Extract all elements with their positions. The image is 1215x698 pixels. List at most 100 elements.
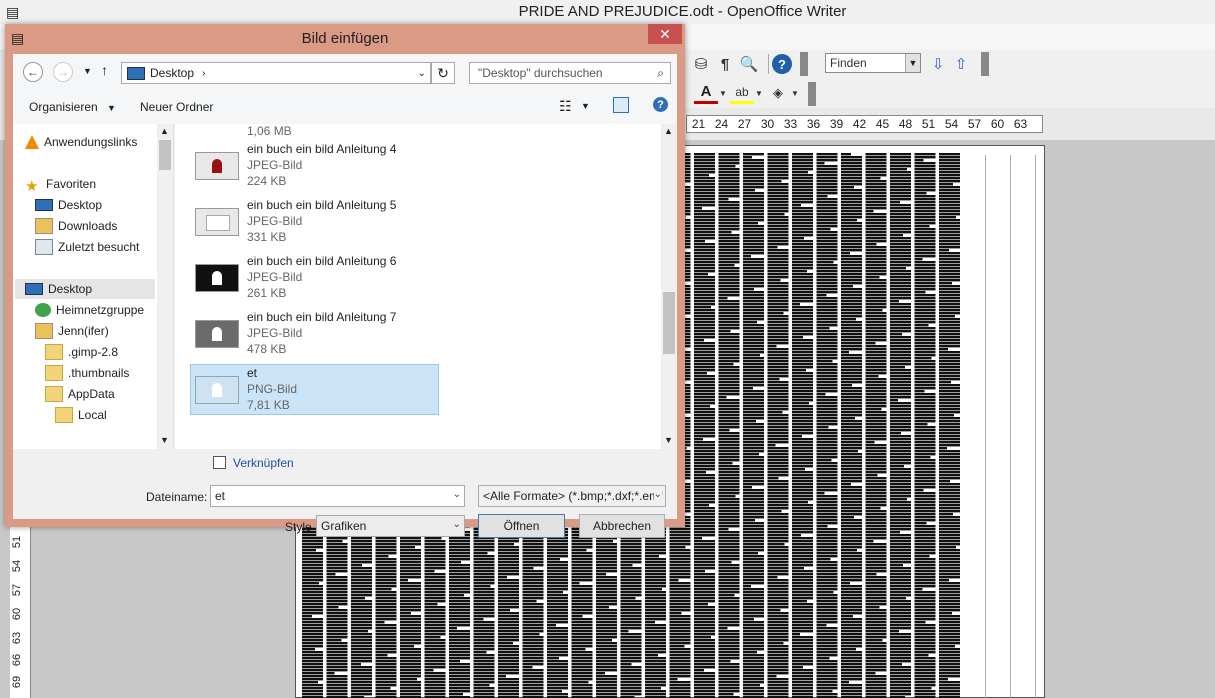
text-line — [767, 510, 782, 513]
text-line — [914, 459, 936, 462]
recent-locations-chevron-icon[interactable]: ▼ — [83, 66, 92, 76]
text-line — [694, 315, 715, 318]
text-line — [939, 480, 950, 483]
text-line — [694, 273, 708, 276]
text-line — [694, 525, 715, 528]
forward-icon[interactable]: → — [53, 62, 73, 82]
text-line — [302, 639, 323, 642]
toolbar-grip[interactable] — [808, 82, 816, 106]
search-input[interactable]: "Desktop" durchsuchen ⌕ — [469, 62, 671, 84]
chevron-down-icon[interactable]: ▼ — [718, 82, 728, 104]
text-line — [767, 591, 789, 594]
address-bar[interactable]: Desktop › ⌄ — [121, 62, 431, 84]
background-color-icon[interactable]: ◈ — [766, 82, 790, 104]
text-line — [645, 615, 666, 618]
text-line — [914, 603, 936, 606]
text-line — [571, 627, 593, 630]
text-line — [718, 579, 740, 582]
text-line — [890, 450, 911, 453]
text-line — [939, 237, 960, 240]
refresh-button[interactable]: ↻ — [431, 62, 455, 84]
vertical-ruler[interactable]: 51 54 57 60 63 66 69 — [10, 526, 31, 698]
new-folder-button[interactable]: Neuer Ordner — [140, 100, 213, 114]
text-line — [914, 282, 936, 285]
text-line — [743, 186, 764, 189]
text-line — [767, 543, 785, 546]
text-line — [694, 570, 705, 573]
highlight-icon[interactable]: ab — [730, 82, 754, 104]
text-line — [939, 186, 960, 189]
text-line — [865, 315, 887, 318]
text-line — [939, 204, 960, 207]
text-line — [865, 555, 887, 558]
text-line — [449, 585, 470, 588]
text-line — [718, 177, 740, 180]
organize-button[interactable]: Organisieren ▼ — [29, 100, 116, 114]
text-line — [792, 393, 813, 396]
view-options-icon[interactable]: ☷ — [559, 98, 572, 115]
text-line — [498, 564, 519, 567]
toolbar-grip[interactable] — [800, 52, 808, 76]
ruler-tick: 51 — [921, 117, 936, 131]
text-line — [694, 210, 715, 213]
text-line — [914, 552, 936, 555]
text-line — [743, 252, 764, 255]
text-line — [841, 621, 862, 624]
text-line — [596, 540, 613, 543]
text-line — [547, 618, 568, 621]
horizontal-ruler[interactable]: 21 24 27 30 33 36 39 42 45 48 51 54 57 6… — [686, 115, 1043, 133]
help-icon[interactable]: ? — [653, 97, 668, 112]
text-line — [914, 471, 936, 474]
text-line — [816, 312, 838, 315]
text-line — [816, 582, 838, 585]
chevron-down-icon[interactable]: ▼ — [790, 82, 800, 104]
text-line — [669, 552, 691, 555]
chevron-right-icon[interactable]: › — [202, 68, 205, 79]
text-line — [449, 636, 470, 639]
chevron-down-icon[interactable]: ⌄ — [418, 68, 426, 79]
text-line — [424, 546, 446, 549]
text-line — [767, 537, 789, 540]
text-line — [865, 471, 887, 474]
ruler-tick: 69 — [11, 675, 24, 689]
nav-item-anwendungslinks[interactable]: Anwendungslinks — [25, 132, 137, 152]
text-line — [473, 573, 495, 576]
text-line — [792, 651, 813, 654]
text-line — [914, 453, 936, 456]
text-line — [522, 561, 544, 564]
search-icon[interactable]: ⌕ — [657, 66, 670, 81]
find-next-icon[interactable]: ⇩ — [929, 54, 947, 74]
up-arrow-icon[interactable]: ↑ — [101, 62, 108, 78]
text-line — [792, 402, 809, 405]
font-color-icon[interactable]: A — [694, 82, 718, 104]
text-line — [890, 246, 911, 249]
text-line — [816, 534, 838, 537]
text-line — [571, 558, 593, 561]
text-line — [914, 162, 936, 165]
text-line — [694, 366, 715, 369]
text-line — [841, 363, 862, 366]
chevron-down-icon[interactable]: ▼ — [581, 101, 590, 111]
text-line — [816, 222, 838, 225]
zoom-icon[interactable]: 🔍 — [739, 54, 759, 74]
text-line — [890, 234, 903, 237]
text-line — [375, 612, 397, 615]
chevron-down-icon[interactable]: ▼ — [905, 54, 920, 72]
chevron-down-icon[interactable]: ▼ — [754, 82, 764, 104]
help-icon[interactable]: ? — [772, 54, 792, 74]
text-line — [694, 303, 715, 306]
toolbar-grip[interactable] — [981, 52, 989, 76]
find-input[interactable]: Finden ▼ — [825, 53, 921, 73]
formatting-marks-icon[interactable]: ¶ — [715, 54, 735, 74]
text-line — [865, 426, 887, 429]
text-line — [645, 621, 655, 624]
text-line — [914, 333, 936, 336]
text-line — [816, 303, 838, 306]
preview-pane-icon[interactable] — [613, 97, 629, 113]
back-icon[interactable]: ← — [23, 62, 43, 82]
close-button[interactable]: ✕ — [648, 24, 682, 44]
find-previous-icon[interactable]: ⇧ — [952, 54, 970, 74]
text-line — [767, 600, 789, 603]
text-line — [890, 408, 911, 411]
database-icon[interactable]: ⛁ — [691, 54, 711, 74]
